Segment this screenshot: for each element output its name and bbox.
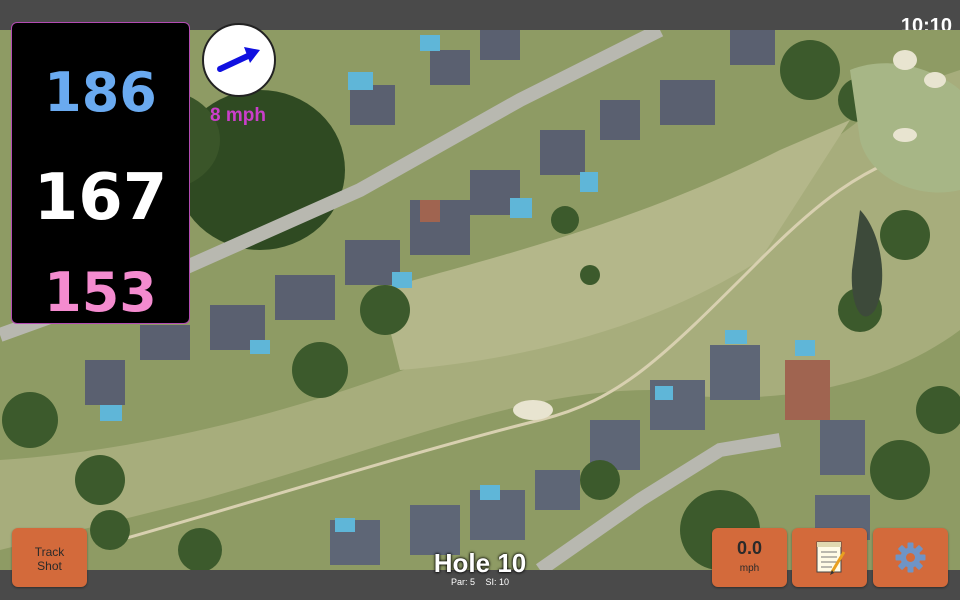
hole-details: Par: 5 SI: 10 — [380, 577, 580, 587]
track-shot-button[interactable]: Track Shot — [12, 528, 87, 587]
notes-button[interactable] — [792, 528, 867, 587]
wind-arrow-icon — [217, 47, 260, 72]
wind-speed: 8 mph — [210, 105, 266, 126]
speed-button[interactable]: 0.0 mph — [712, 528, 787, 587]
back-distance: 186 — [44, 61, 157, 124]
speed-unit: mph — [739, 563, 760, 574]
middle-distance: 167 — [33, 161, 168, 235]
front-distance: 153 — [44, 261, 157, 324]
speed-value: 0.0 — [736, 538, 763, 558]
distance-panel: 186 167 153 — [11, 22, 190, 324]
settings-button[interactable] — [873, 528, 948, 587]
hole-stroke-index: SI: 10 — [485, 577, 510, 587]
hole-title: Hole 10 — [433, 548, 527, 578]
hole-par: Par: 5 — [450, 577, 475, 587]
notepad-icon — [816, 541, 846, 575]
wind-indicator — [202, 23, 276, 97]
track-shot-label-line2: Shot — [37, 559, 62, 573]
gear-icon — [895, 542, 926, 573]
track-shot-label-line1: Track — [34, 545, 65, 559]
